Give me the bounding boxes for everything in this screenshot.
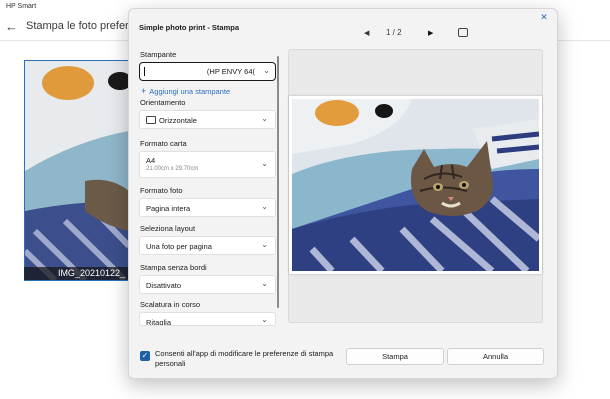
add-printer-label: Aggiungi una stampante [149, 87, 231, 96]
paper-size-detail: 21.00cm x 29.70cm [146, 166, 199, 172]
printer-select[interactable]: (HP ENVY 64( ⌄ [139, 62, 276, 81]
layout-label: Seleziona layout [140, 224, 196, 233]
thumbnail-caption: IMG_20210122_ [24, 267, 128, 280]
scaling-select[interactable]: Ritaglia ⌄ [139, 312, 276, 326]
chevron-down-icon: ⌄ [261, 202, 268, 211]
text-caret [144, 67, 145, 76]
borderless-select[interactable]: Disattivato ⌄ [139, 275, 276, 294]
fit-page-icon[interactable] [458, 28, 468, 37]
folder-icon [146, 116, 156, 124]
layout-select[interactable]: Una foto per pagina ⌄ [139, 236, 276, 255]
photo-size-value: Pagina intera [146, 204, 191, 213]
paper-size-select[interactable]: A4 21.00cm x 29.70cm ⌄ [139, 151, 276, 178]
printer-value: (HP ENVY 64( [206, 67, 255, 76]
borderless-label: Stampa senza bordi [140, 263, 207, 272]
cancel-button[interactable]: Annulla [447, 348, 544, 365]
orientation-label: Orientamento [140, 98, 186, 107]
app-title: HP Smart [6, 3, 37, 10]
page-heading: Stampa le foto preferite. [26, 20, 144, 32]
close-icon[interactable]: ✕ [539, 12, 549, 22]
previous-page-icon[interactable]: ◀ [364, 29, 369, 37]
chevron-down-icon: ⌄ [261, 279, 268, 288]
thumbnail-photo [25, 61, 129, 280]
consent-label: Consenti all'app di modificare le prefer… [155, 349, 334, 368]
scaling-value: Ritaglia [146, 318, 172, 326]
settings-scrollbar[interactable] [277, 56, 279, 308]
paper-size-label: Formato carta [140, 139, 187, 148]
layout-value: Una foto per pagina [146, 242, 212, 251]
chevron-down-icon: ⌄ [261, 114, 268, 123]
next-page-icon[interactable]: ▶ [428, 29, 433, 37]
plus-icon: + [141, 86, 147, 96]
chevron-down-icon: ⌄ [261, 240, 268, 249]
paper-size-value: A4 [146, 156, 156, 165]
chevron-down-icon: ⌄ [261, 315, 268, 324]
chevron-down-icon: ⌄ [261, 159, 268, 168]
photo-thumbnail[interactable] [24, 60, 130, 281]
orientation-select[interactable]: Orizzontale ⌄ [139, 110, 276, 129]
page-indicator: 1 / 2 [386, 28, 402, 37]
printer-label: Stampante [140, 50, 177, 59]
cat-photo [292, 99, 539, 271]
photo-size-select[interactable]: Pagina intera ⌄ [139, 198, 276, 217]
back-arrow-icon[interactable]: ← [5, 20, 19, 34]
add-printer-link[interactable]: + Aggiungi una stampante [141, 86, 230, 96]
consent-checkbox[interactable]: ✓ [140, 351, 150, 361]
dialog-title: Simple photo print - Stampa [139, 23, 240, 32]
photo-size-label: Formato foto [140, 186, 183, 195]
print-button[interactable]: Stampa [346, 348, 444, 365]
preview-photo [292, 99, 539, 271]
scaling-label: Scalatura in corso [140, 300, 201, 309]
orientation-value: Orizzontale [159, 116, 197, 125]
chevron-down-icon: ⌄ [263, 66, 270, 75]
borderless-value: Disattivato [146, 281, 182, 290]
